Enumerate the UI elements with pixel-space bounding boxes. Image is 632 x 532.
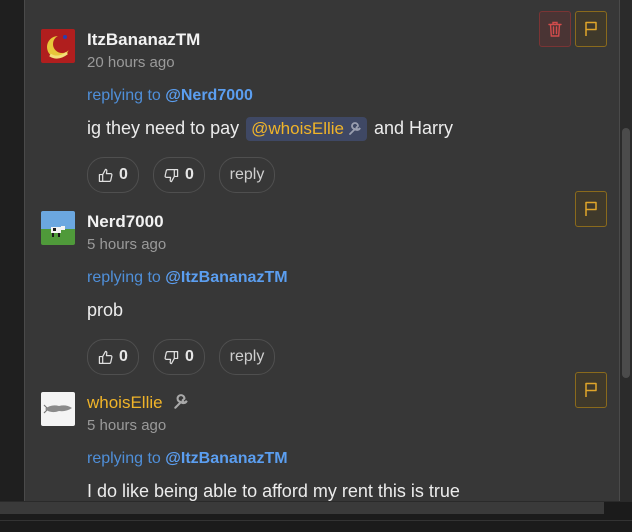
divider [0,520,632,521]
thumbs-down-icon [164,350,179,364]
replying-to-mention[interactable]: @ItzBananazTM [165,450,287,467]
timestamp: 5 hours ago [87,236,167,253]
horizontal-scrollbar[interactable] [0,501,632,532]
replying-prefix: replying to [87,87,166,104]
comment-body: prob [87,300,124,320]
avatar-image [41,392,75,426]
comments-panel: ItzBananazTM 20 hours ago replying to @N… [24,0,620,502]
like-count: 0 [119,166,128,183]
like-button[interactable]: 0 [87,339,139,375]
report-button[interactable] [575,191,607,227]
replying-to-mention[interactable]: @ItzBananazTM [165,269,287,286]
like-button[interactable]: 0 [87,157,139,193]
replying-prefix: replying to [87,450,166,467]
replying-to: replying to @ItzBananazTM [87,269,288,287]
wrench-icon [174,394,189,409]
like-count: 0 [119,348,128,365]
mention-chip[interactable]: @whoisEllie [246,117,367,141]
reply-button[interactable]: reply [219,157,275,193]
dislike-button[interactable]: 0 [153,339,205,375]
replying-prefix: replying to [87,269,166,286]
replying-to-mention[interactable]: @Nerd7000 [165,87,253,104]
avatar-image [41,211,75,245]
username[interactable]: Nerd7000 [87,211,164,233]
replying-to: replying to @Nerd7000 [87,87,253,105]
delete-button[interactable] [539,11,571,47]
vertical-scrollbar[interactable] [620,0,632,502]
replying-to: replying to @ItzBananazTM [87,450,288,468]
thumbs-down-icon [164,168,179,182]
thumbs-up-icon [98,350,113,364]
comment-body: I do like being able to afford my rent t… [87,481,460,501]
report-button[interactable] [575,11,607,47]
comment-body: ig they need to pay @whoisEllie and Harr… [87,116,453,141]
flag-icon [585,382,597,397]
dislike-count: 0 [185,166,194,183]
avatar[interactable] [41,29,75,63]
dislike-count: 0 [185,348,194,365]
flag-icon [585,201,597,216]
username[interactable]: whoisEllie [87,392,189,414]
avatar[interactable] [41,392,75,426]
horizontal-scroll-thumb[interactable] [0,502,604,514]
wrench-icon [349,122,361,135]
flag-icon [585,21,597,36]
timestamp: 20 hours ago [87,54,175,71]
comment-text-tail: and Harry [374,118,454,138]
avatar-image [41,29,75,63]
timestamp: 5 hours ago [87,417,167,434]
thumbs-up-icon [98,168,113,182]
comment-text: ig they need to pay [87,118,240,138]
trash-icon [548,21,562,37]
vertical-scroll-thumb[interactable] [622,128,630,378]
dislike-button[interactable]: 0 [153,157,205,193]
username-text: whoisEllie [87,393,163,412]
comment-thread-window: ItzBananazTM 20 hours ago replying to @N… [0,0,632,532]
mention-text: @whoisEllie [251,119,344,138]
report-button[interactable] [575,372,607,408]
username[interactable]: ItzBananazTM [87,29,200,51]
reply-button[interactable]: reply [219,339,275,375]
avatar[interactable] [41,211,75,245]
